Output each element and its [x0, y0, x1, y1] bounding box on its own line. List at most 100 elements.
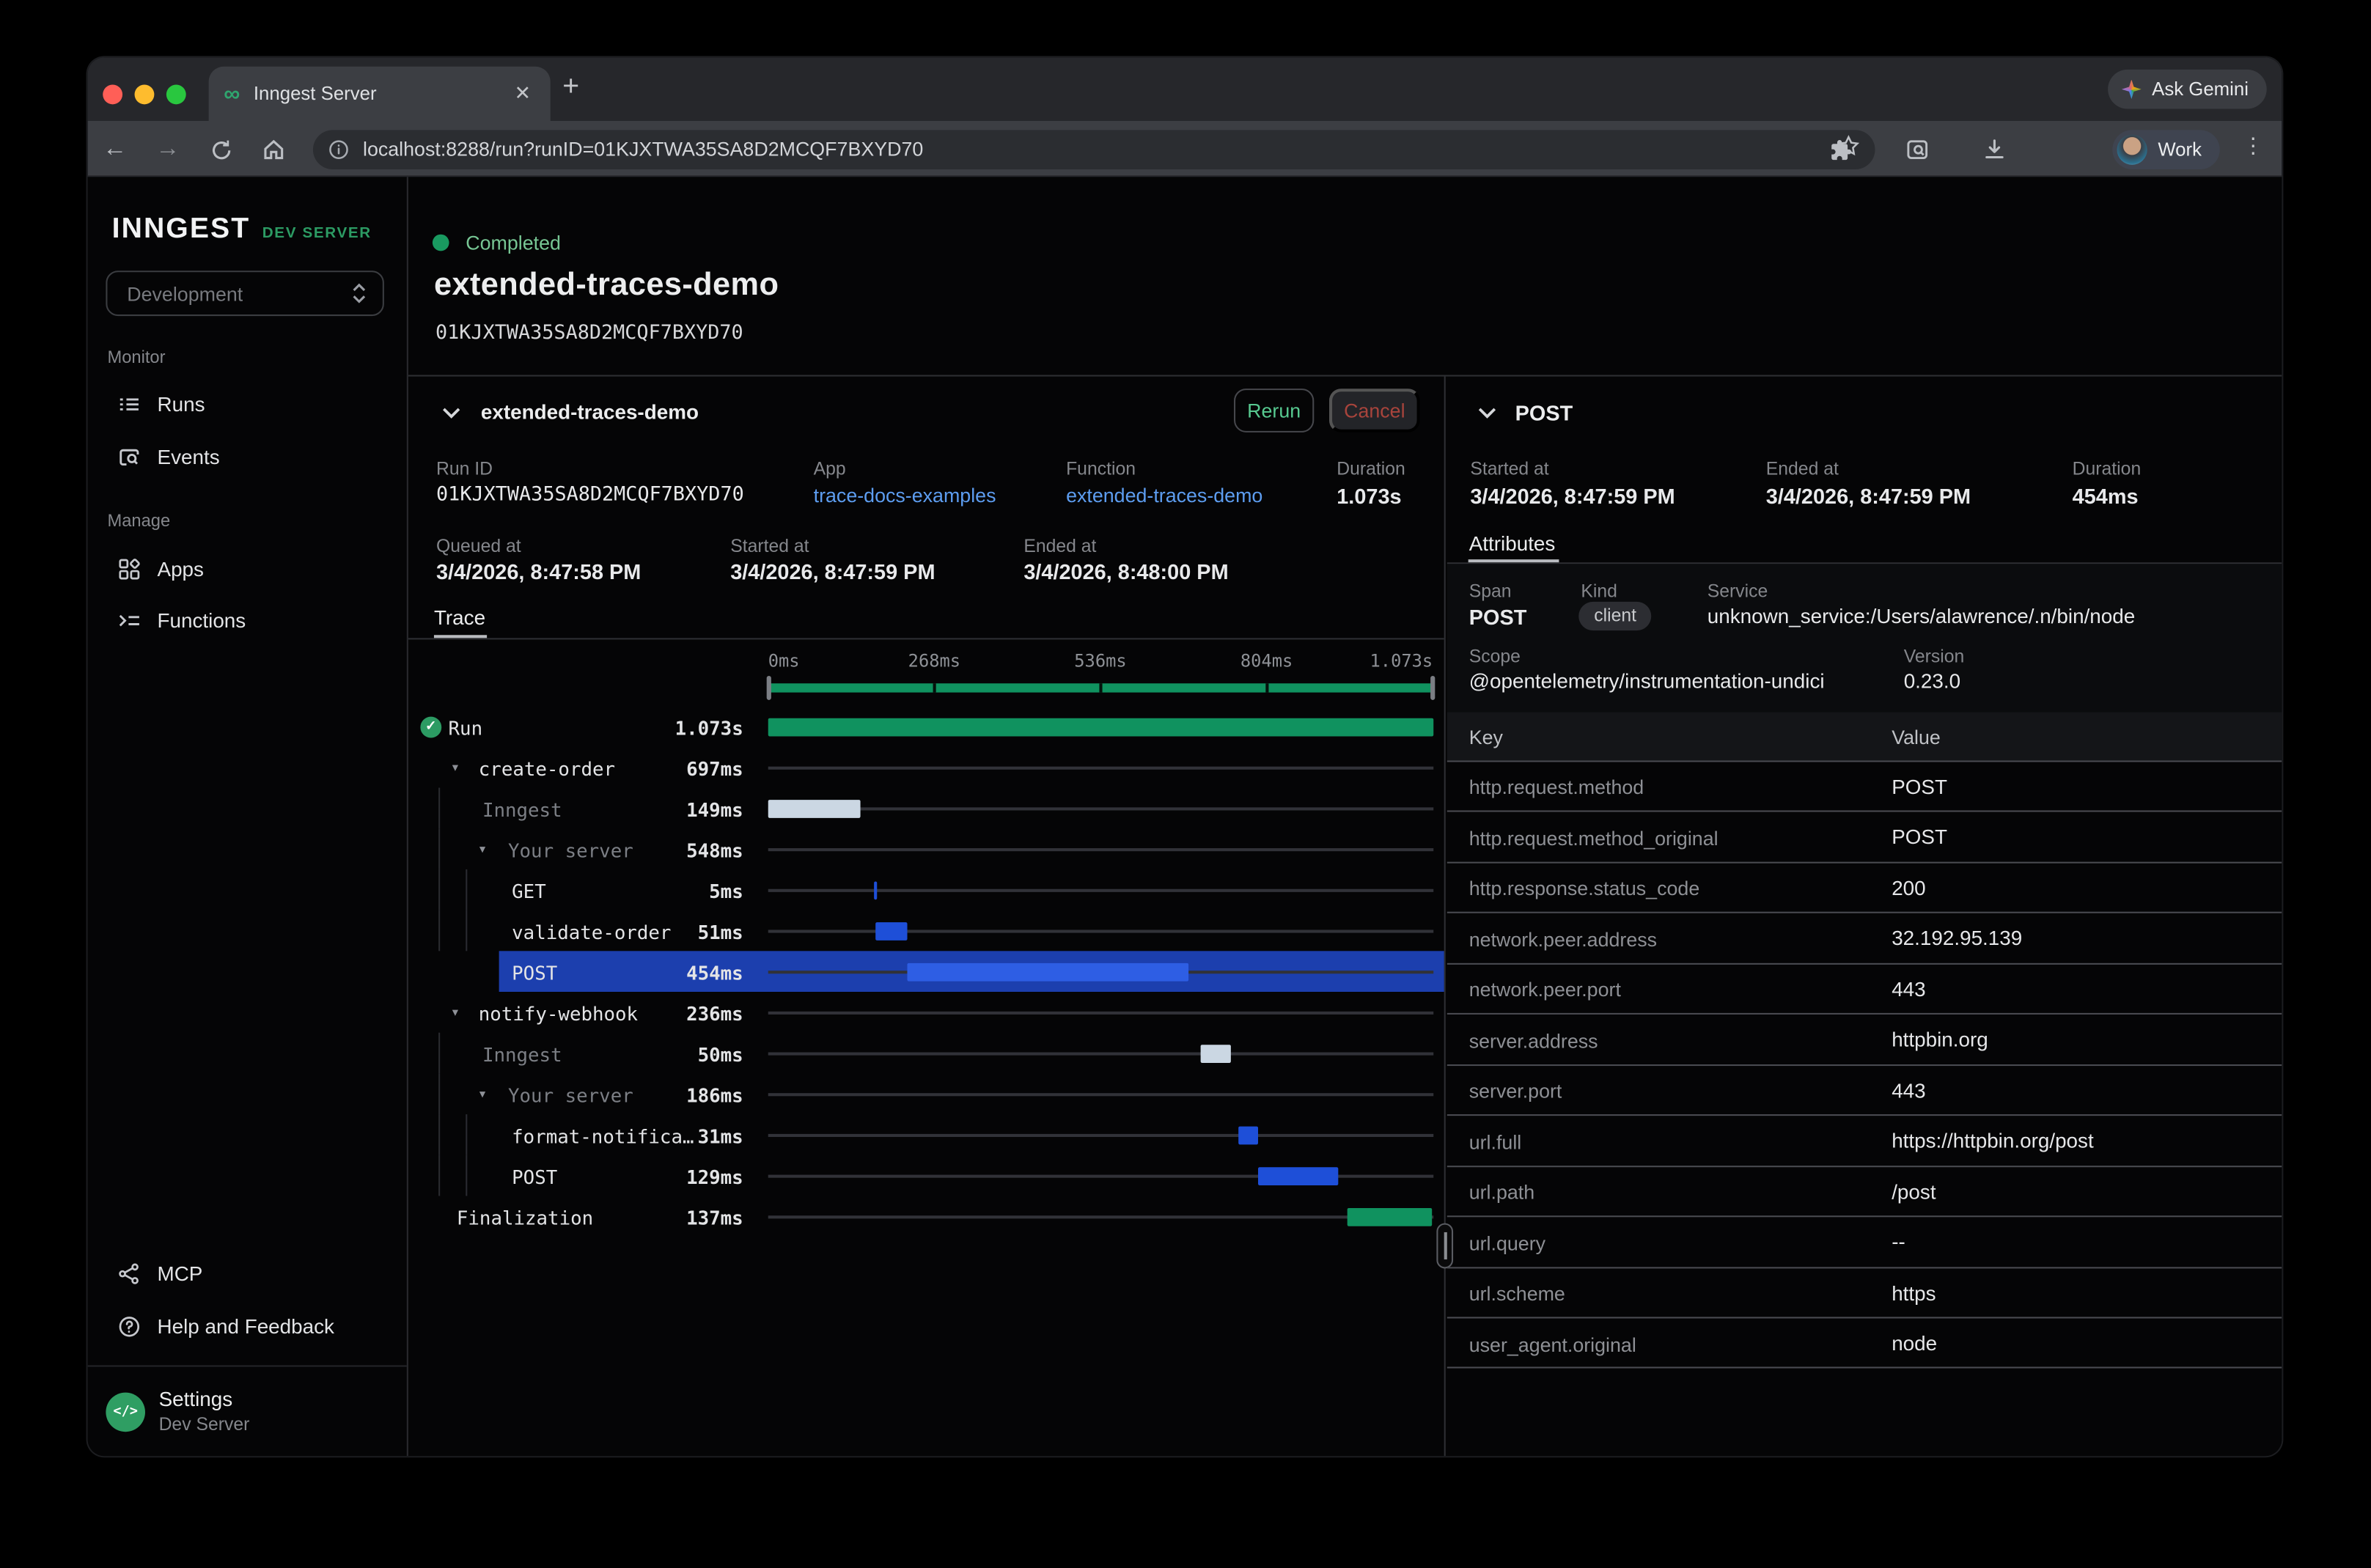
download-icon[interactable]: [1978, 133, 2011, 166]
logo: INNGEST DEV SERVER: [112, 213, 372, 246]
trace-row[interactable]: validate-order51ms: [408, 910, 1444, 952]
trace-title: extended-traces-demo: [481, 400, 699, 423]
attribute-value: --: [1892, 1231, 1905, 1254]
forward-icon[interactable]: →: [151, 133, 184, 166]
meta-label: Ended at: [1023, 535, 1096, 556]
extensions-icon[interactable]: [1823, 133, 1856, 166]
sidebar-item-help[interactable]: Help and Feedback: [88, 1303, 408, 1349]
span-bar[interactable]: [908, 962, 1189, 981]
home-icon[interactable]: [257, 133, 290, 166]
trace-row[interactable]: ▾create-order697ms: [408, 747, 1444, 788]
trace-row[interactable]: ▾Your server186ms: [408, 1073, 1444, 1114]
profile-label: Work: [2158, 139, 2202, 160]
trace-row-label-cell: POST129ms: [408, 1155, 768, 1196]
sidebar-divider: [88, 1365, 407, 1366]
trace-row[interactable]: ✓Run1.073s: [408, 706, 1444, 747]
trace-row-label-cell: GET5ms: [408, 869, 768, 910]
meta-label: Function: [1066, 458, 1136, 479]
attribute-key: network.peer.port: [1469, 978, 1621, 1001]
meta-label: Duration: [1337, 458, 1405, 479]
sidebar-item-mcp[interactable]: MCP: [88, 1251, 408, 1296]
trace-row[interactable]: format-notifica…31ms: [408, 1114, 1444, 1155]
expand-arrow-icon[interactable]: ▾: [452, 760, 458, 774]
trace-row-label-cell: ✓Run1.073s: [408, 706, 768, 747]
tab-attributes[interactable]: Attributes: [1469, 531, 1556, 554]
tab-search-icon[interactable]: [1901, 133, 1934, 166]
new-tab-button[interactable]: +: [562, 73, 579, 101]
timeline-minimap[interactable]: [768, 675, 1433, 699]
expand-arrow-icon[interactable]: ▾: [479, 842, 485, 856]
meta-label: App: [814, 458, 846, 479]
trace-row[interactable]: Inngest149ms: [408, 788, 1444, 829]
browser-menu-icon[interactable]: ⋮: [2243, 133, 2264, 159]
function-link[interactable]: extended-traces-demo: [1066, 484, 1262, 507]
expand-arrow-icon[interactable]: ▾: [452, 1006, 458, 1020]
attribute-row: url.path/post: [1447, 1165, 2282, 1215]
cancel-button[interactable]: Cancel: [1329, 388, 1420, 432]
environment-select[interactable]: Development: [106, 270, 384, 316]
trace-row-label-cell: POST454ms: [408, 951, 768, 992]
service-label: Service: [1708, 580, 1768, 601]
trace-row[interactable]: GET5ms: [408, 869, 1444, 910]
trace-row-label-cell: Inngest50ms: [408, 1033, 768, 1074]
trace-row[interactable]: Finalization137ms: [408, 1196, 1444, 1237]
reload-icon[interactable]: [204, 133, 237, 166]
site-info-icon[interactable]: [328, 139, 350, 160]
span-bar[interactable]: [1239, 1126, 1258, 1144]
span-bar[interactable]: [768, 799, 861, 817]
sidebar-item-settings[interactable]: </> Settings Dev Server: [106, 1380, 394, 1444]
timeline-track: [768, 807, 1433, 809]
close-tab-icon[interactable]: ✕: [510, 81, 535, 106]
attribute-value: /post: [1892, 1180, 1936, 1203]
app-link[interactable]: trace-docs-examples: [814, 484, 996, 507]
screen: ∞ Inngest Server ✕ + Ask Gemini ← →: [0, 0, 2371, 1568]
minimap-left-handle[interactable]: [767, 675, 771, 699]
sidebar-item-events[interactable]: Events: [88, 434, 408, 479]
trace-row[interactable]: ▾notify-webhook236ms: [408, 992, 1444, 1033]
span-bar[interactable]: [873, 880, 876, 899]
rerun-button[interactable]: Rerun: [1234, 388, 1314, 432]
sidebar-item-apps[interactable]: Apps: [88, 546, 408, 592]
trace-row[interactable]: Inngest50ms: [408, 1033, 1444, 1074]
span-duration: 129ms: [686, 1166, 743, 1188]
span-bar[interactable]: [876, 921, 908, 940]
span-name: Run: [449, 717, 483, 740]
span-name: GET: [512, 880, 546, 902]
trace-row-chart-cell: [768, 1073, 1433, 1114]
browser-tab[interactable]: ∞ Inngest Server ✕: [209, 67, 551, 121]
attribute-value: 443: [1892, 977, 1925, 1000]
url-bar[interactable]: localhost:8288/run?runID=01KJXTWA35SA8D2…: [313, 129, 1875, 169]
span-bar[interactable]: [768, 718, 1433, 736]
trace-row[interactable]: POST454ms: [408, 951, 1444, 992]
minimap-right-handle[interactable]: [1430, 675, 1434, 699]
browser-tabstrip: ∞ Inngest Server ✕ + Ask Gemini: [88, 57, 2282, 121]
collapse-chevron-icon[interactable]: [441, 406, 461, 420]
trace-row[interactable]: ▾Your server548ms: [408, 828, 1444, 869]
profile-chip[interactable]: Work: [2112, 129, 2219, 169]
span-started-at: 3/4/2026, 8:47:59 PM: [1470, 484, 1675, 508]
attribute-key: url.full: [1469, 1130, 1522, 1153]
manage-section-label: Manage: [107, 512, 170, 531]
close-window-button[interactable]: [103, 84, 122, 103]
span-name: Inngest: [482, 1043, 562, 1066]
tab-trace[interactable]: Trace: [434, 606, 485, 628]
attribute-row: user_agent.originalnode: [1447, 1317, 2282, 1367]
sidebar-item-functions[interactable]: Functions: [88, 597, 408, 643]
sidebar-item-runs[interactable]: Runs: [88, 381, 408, 427]
url-text[interactable]: localhost:8288/run?runID=01KJXTWA35SA8D2…: [363, 138, 1823, 161]
trace-row[interactable]: POST129ms: [408, 1155, 1444, 1196]
inngest-logo: INNGEST: [112, 213, 251, 246]
sidebar-item-label: Runs: [158, 392, 205, 415]
collapse-chevron-icon[interactable]: [1477, 406, 1496, 420]
minimize-window-button[interactable]: [135, 84, 155, 103]
zoom-window-button[interactable]: [166, 84, 186, 103]
trace-row-chart-cell: [768, 910, 1433, 952]
ask-gemini-button[interactable]: Ask Gemini: [2108, 70, 2266, 109]
expand-arrow-icon[interactable]: ▾: [479, 1087, 485, 1101]
span-bar[interactable]: [1200, 1044, 1231, 1062]
attribute-key: url.query: [1469, 1232, 1545, 1254]
back-icon[interactable]: ←: [98, 133, 131, 166]
span-bar[interactable]: [1348, 1207, 1433, 1226]
span-bar[interactable]: [1259, 1166, 1339, 1185]
meta-label: Run ID: [436, 458, 493, 479]
